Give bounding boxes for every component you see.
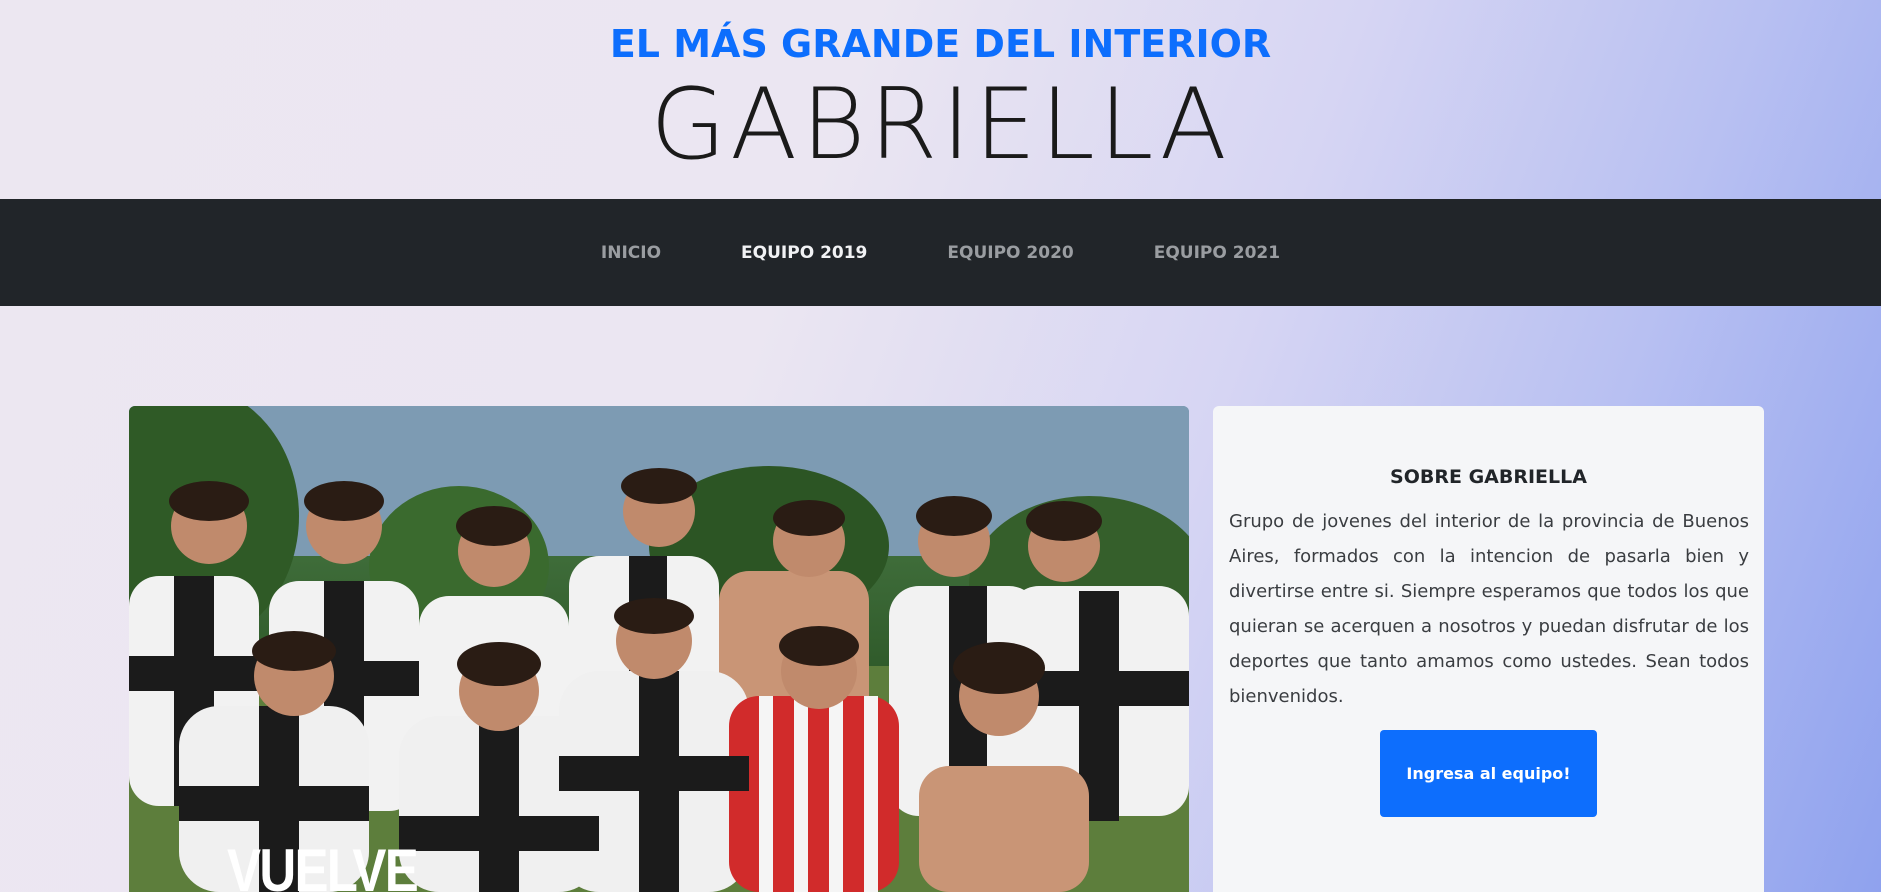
nav-item-equipo-2021[interactable]: EQUIPO 2021 [1154,243,1280,263]
join-team-button[interactable]: Ingresa al equipo! [1380,730,1597,817]
site-tagline: EL MÁS GRANDE DEL INTERIOR [609,22,1272,66]
main-navbar: INICIO EQUIPO 2019 EQUIPO 2020 EQUIPO 20… [0,199,1881,306]
about-title: SOBRE GABRIELLA [1390,466,1587,488]
nav-item-equipo-2020[interactable]: EQUIPO 2020 [947,243,1073,263]
photo-overlay-text: VUELVE [227,837,419,892]
nav-item-inicio[interactable]: INICIO [601,243,661,263]
team-photo: VUELVE [129,406,1189,892]
about-card: SOBRE GABRIELLA Grupo de jovenes del int… [1213,406,1764,892]
nav-item-equipo-2019[interactable]: EQUIPO 2019 [741,243,867,263]
site-title: GABRIELLA [650,68,1231,182]
about-description: Grupo de jovenes del interior de la prov… [1229,511,1749,707]
site-header: EL MÁS GRANDE DEL INTERIOR GABRIELLA [0,0,1881,199]
team-photo-illustration [129,406,1189,892]
